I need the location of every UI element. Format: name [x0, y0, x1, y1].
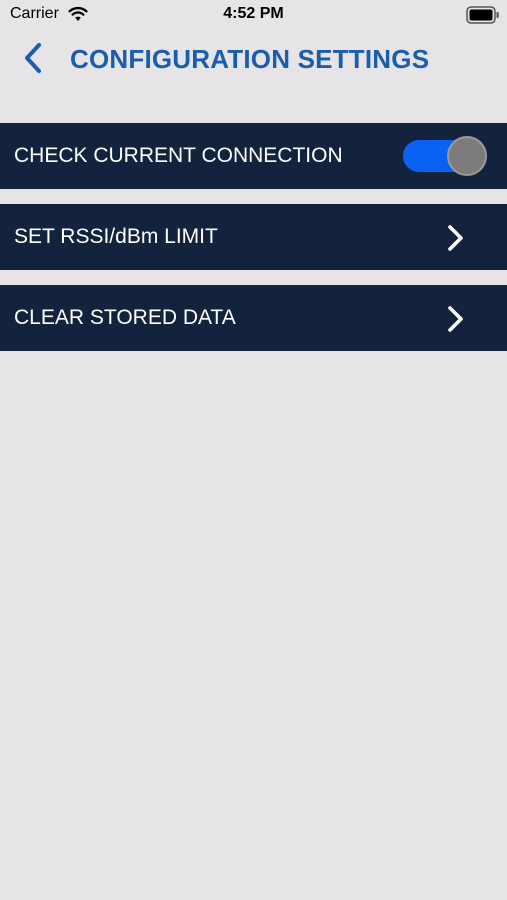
- check-connection-label: CHECK CURRENT CONNECTION: [14, 144, 343, 167]
- chevron-right-icon: [448, 306, 463, 332]
- set-rssi-limit-row[interactable]: SET RSSI/dBm LIMIT: [0, 204, 507, 270]
- toggle-knob: [447, 136, 487, 176]
- check-connection-toggle[interactable]: [403, 136, 487, 176]
- chevron-left-icon[interactable]: [22, 42, 44, 74]
- clear-stored-data-row[interactable]: CLEAR STORED DATA: [0, 285, 507, 351]
- chevron-right-icon: [448, 225, 463, 251]
- status-bar: Carrier 4:52 PM: [0, 0, 507, 30]
- clear-stored-data-label: CLEAR STORED DATA: [14, 306, 236, 329]
- set-rssi-limit-label: SET RSSI/dBm LIMIT: [14, 225, 218, 248]
- battery-icon: [466, 6, 499, 24]
- page-title: CONFIGURATION SETTINGS: [70, 44, 430, 74]
- check-connection-row[interactable]: CHECK CURRENT CONNECTION: [0, 123, 507, 189]
- status-time: 4:52 PM: [223, 5, 284, 22]
- navigation-bar: CONFIGURATION SETTINGS: [0, 30, 507, 86]
